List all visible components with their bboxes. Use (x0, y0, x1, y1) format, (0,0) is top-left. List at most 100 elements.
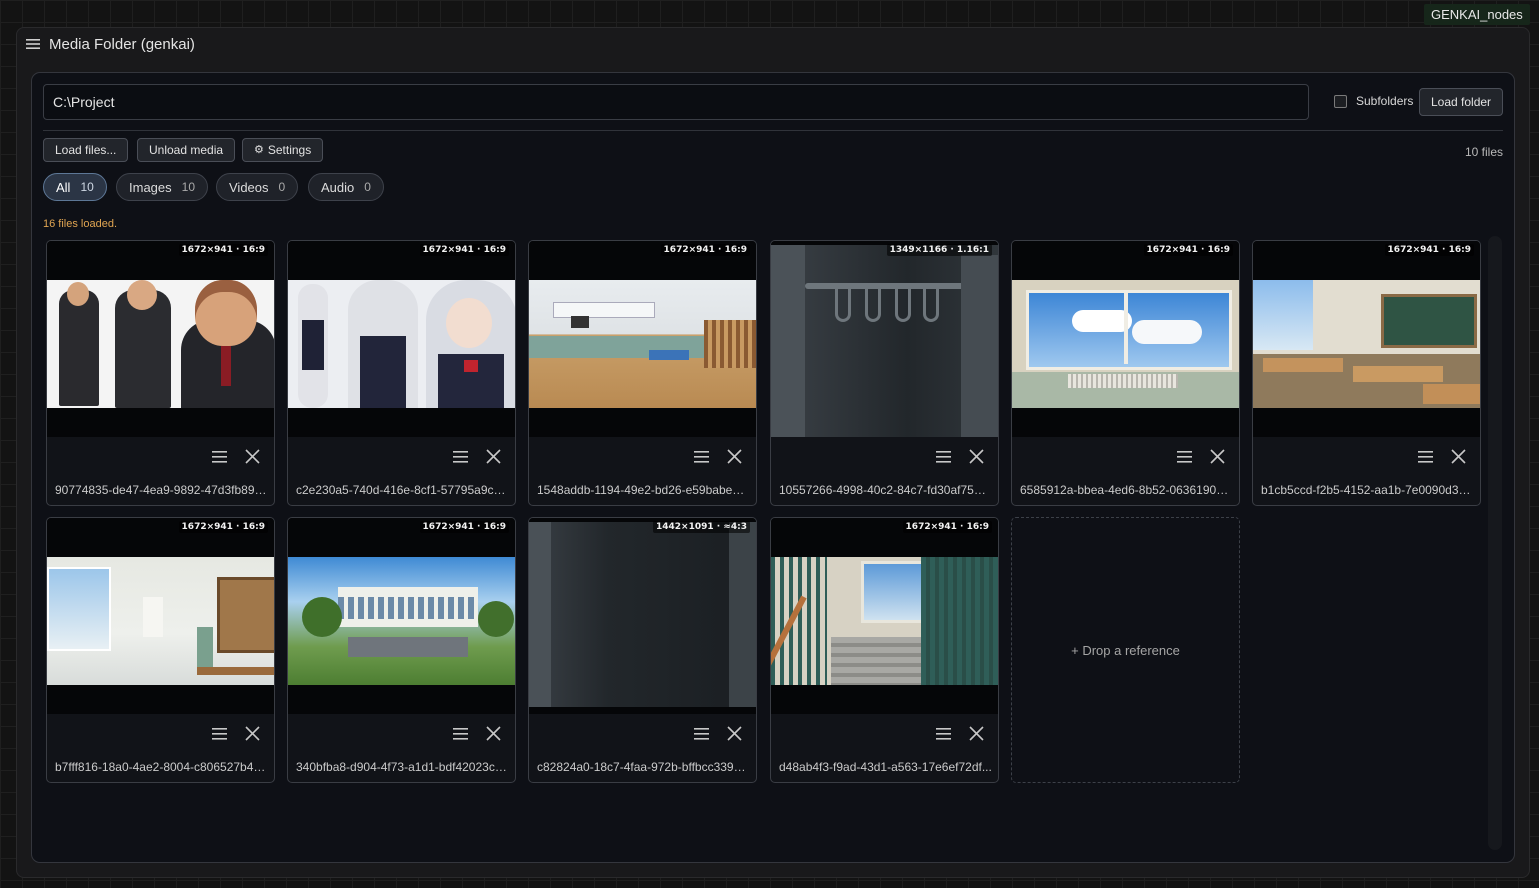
media-filename: 340bfba8-d904-4f73-a1d1-bdf42023c5... (296, 760, 509, 774)
media-thumbnail[interactable]: 1672×941 · 16:9 (288, 518, 515, 714)
media-dimensions: 1672×941 · 16:9 (902, 521, 992, 533)
filter-count: 10 (80, 180, 94, 194)
close-icon[interactable] (1208, 447, 1227, 466)
card-actions (210, 724, 274, 743)
load-files-button[interactable]: Load files... (43, 138, 129, 162)
media-filename: 10557266-4998-40c2-84c7-fd30af75ee... (779, 483, 992, 497)
menu-icon[interactable] (934, 724, 953, 743)
card-actions (451, 447, 515, 466)
file-count: 10 files (1464, 145, 1503, 159)
media-filename: b7fff816-18a0-4ae2-8004-c806527b49... (55, 760, 268, 774)
unload-media-button[interactable]: Unload media (137, 138, 236, 162)
filter-label: Audio (321, 179, 355, 195)
gear-icon: ⚙ (254, 144, 264, 156)
subfolders-checkbox[interactable] (1334, 94, 1347, 108)
media-card[interactable]: 1672×941 · 16:9 90774835-de47-4ea9-9892-… (46, 240, 275, 506)
filter-audio[interactable]: Audio 0 (308, 173, 384, 201)
media-filename: c2e230a5-740d-416e-8cf1-57795a9cb1... (296, 483, 509, 497)
hamburger-menu-icon[interactable] (26, 38, 40, 50)
filter-videos[interactable]: Videos 0 (216, 173, 299, 201)
toolbar-divider (43, 130, 1503, 131)
filter-count: 0 (364, 180, 371, 194)
media-card[interactable]: 1672×941 · 16:9 340bfba8-d904-4f73-a1d1-… (287, 517, 516, 783)
card-actions (934, 724, 998, 743)
close-icon[interactable] (725, 724, 744, 743)
menu-icon[interactable] (1175, 447, 1194, 466)
filter-label: Videos (229, 179, 269, 195)
media-filename: 1548addb-1194-49e2-bd26-e59babee1... (537, 483, 750, 497)
media-thumbnail[interactable]: 1442×1091 · ≈4:3 (529, 518, 756, 714)
media-card[interactable]: 1672×941 · 16:9 1548addb-1194-49e2-bd26-… (528, 240, 757, 506)
close-icon[interactable] (243, 447, 262, 466)
settings-button[interactable]: ⚙ Settings (242, 138, 324, 162)
menu-icon[interactable] (692, 724, 711, 743)
filter-count: 10 (181, 180, 195, 194)
media-thumbnail[interactable]: 1672×941 · 16:9 (771, 518, 998, 714)
media-card[interactable]: 1349×1166 · 1.16:1 10557266-4998-40c2-84… (770, 240, 999, 506)
card-actions (934, 447, 998, 466)
card-actions (1416, 447, 1480, 466)
folder-path-input[interactable] (43, 84, 1309, 120)
settings-label: Settings (267, 143, 312, 157)
media-card[interactable]: 1672×941 · 16:9 d48ab4f3-f9ad-43d1-a563-… (770, 517, 999, 783)
media-dimensions: 1672×941 · 16:9 (660, 244, 750, 256)
close-icon[interactable] (725, 447, 744, 466)
media-filename: 6585912a-bbea-4ed6-8b52-063619033... (1020, 483, 1233, 497)
node-title: Media Folder (genkai) (49, 35, 195, 53)
media-dimensions: 1672×941 · 16:9 (178, 521, 268, 533)
media-filename: 90774835-de47-4ea9-9892-47d3fb89f3... (55, 483, 268, 497)
gallery-scrollbar[interactable] (1488, 236, 1502, 850)
media-card[interactable]: 1672×941 · 16:9 c2e230a5-740d-416e-8cf1-… (287, 240, 516, 506)
media-thumbnail[interactable]: 1349×1166 · 1.16:1 (771, 241, 998, 437)
media-panel: Subfolders Load folder Load files... Unl… (31, 72, 1515, 863)
card-actions (692, 724, 756, 743)
media-filename: c82824a0-18c7-4faa-972b-bffbcc33969... (537, 760, 750, 774)
filter-label: Images (129, 179, 172, 195)
media-dimensions: 1442×1091 · ≈4:3 (653, 521, 750, 533)
media-thumbnail[interactable]: 1672×941 · 16:9 (1012, 241, 1239, 437)
subfolders-toggle[interactable]: Subfolders (1334, 94, 1413, 108)
media-thumbnail[interactable]: 1672×941 · 16:9 (288, 241, 515, 437)
media-dimensions: 1349×1166 · 1.16:1 (886, 244, 992, 256)
filter-images[interactable]: Images 10 (116, 173, 208, 201)
media-card[interactable]: 1672×941 · 16:9 6585912a-bbea-4ed6-8b52-… (1011, 240, 1240, 506)
media-filename: d48ab4f3-f9ad-43d1-a563-17e6ef72df... (779, 760, 992, 774)
node-header: Media Folder (genkai) (26, 34, 195, 54)
media-thumbnail[interactable]: 1672×941 · 16:9 (1253, 241, 1480, 437)
close-icon[interactable] (967, 724, 986, 743)
status-message: 16 files loaded. (43, 218, 117, 230)
close-icon[interactable] (1449, 447, 1468, 466)
media-card[interactable]: 1672×941 · 16:9 b7fff816-18a0-4ae2-8004-… (46, 517, 275, 783)
menu-icon[interactable] (692, 447, 711, 466)
media-dimensions: 1672×941 · 16:9 (1143, 244, 1233, 256)
menu-icon[interactable] (210, 724, 229, 743)
media-card[interactable]: 1442×1091 · ≈4:3 c82824a0-18c7-4faa-972b… (528, 517, 757, 783)
subfolders-label: Subfolders (1356, 94, 1414, 108)
filter-label: All (56, 179, 71, 195)
close-icon[interactable] (484, 724, 503, 743)
menu-icon[interactable] (1416, 447, 1435, 466)
filter-count: 0 (278, 180, 286, 194)
media-card[interactable]: 1672×941 · 16:9 b1cb5ccd-f2b5-4152-aa1b-… (1252, 240, 1481, 506)
media-dimensions: 1672×941 · 16:9 (1384, 244, 1474, 256)
card-actions (210, 447, 274, 466)
close-icon[interactable] (243, 724, 262, 743)
filter-all[interactable]: All 10 (43, 173, 107, 201)
card-actions (1175, 447, 1239, 466)
menu-icon[interactable] (934, 447, 953, 466)
media-thumbnail[interactable]: 1672×941 · 16:9 (529, 241, 756, 437)
media-thumbnail[interactable]: 1672×941 · 16:9 (47, 241, 274, 437)
drop-reference-zone[interactable]: + Drop a reference (1011, 517, 1240, 783)
menu-icon[interactable] (210, 447, 229, 466)
menu-icon[interactable] (451, 724, 470, 743)
card-actions (451, 724, 515, 743)
media-folder-node: Media Folder (genkai) Subfolders Load fo… (16, 27, 1530, 878)
menu-icon[interactable] (451, 447, 470, 466)
media-dimensions: 1672×941 · 16:9 (178, 244, 268, 256)
media-thumbnail[interactable]: 1672×941 · 16:9 (47, 518, 274, 714)
load-folder-button[interactable]: Load folder (1419, 88, 1504, 116)
media-dimensions: 1672×941 · 16:9 (419, 521, 509, 533)
media-filename: b1cb5ccd-f2b5-4152-aa1b-7e0090d38... (1261, 483, 1474, 497)
close-icon[interactable] (967, 447, 986, 466)
close-icon[interactable] (484, 447, 503, 466)
